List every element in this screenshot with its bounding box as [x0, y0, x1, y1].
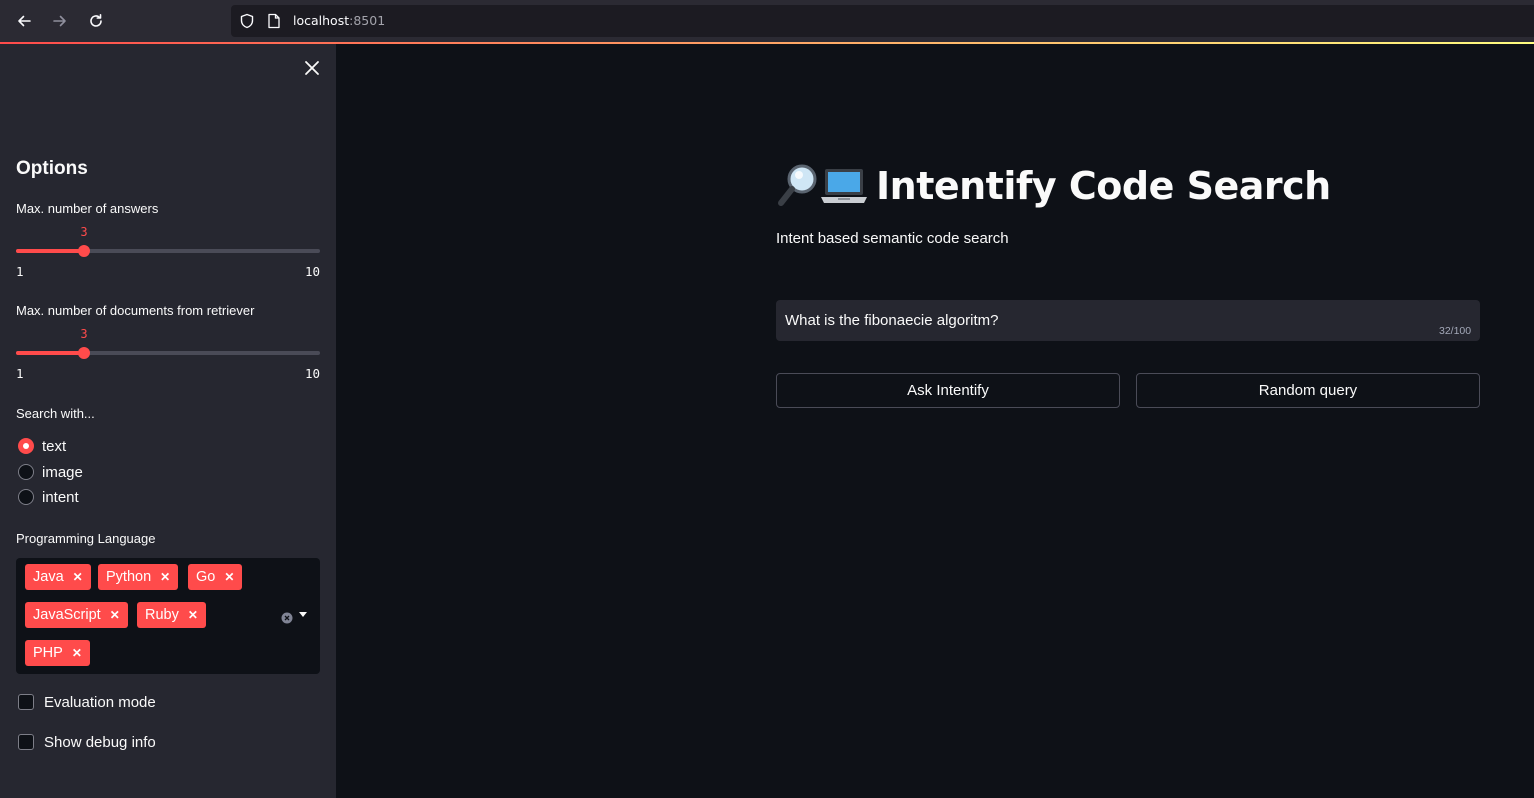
checkbox-label: Show debug info	[44, 733, 156, 751]
slider-min: 1	[16, 264, 24, 279]
tag-php: PHP ✕	[25, 640, 90, 666]
checkbox[interactable]	[18, 694, 34, 710]
remove-tag-icon[interactable]: ✕	[160, 570, 170, 584]
programming-language-label: Programming Language	[16, 531, 156, 546]
chevron-down-icon[interactable]	[299, 612, 307, 617]
slider-fill	[16, 351, 84, 355]
radio-image[interactable]: image	[18, 462, 83, 482]
browser-toolbar: localhost:8501	[0, 0, 1534, 42]
radio-label: text	[42, 437, 67, 455]
forward-arrow-icon[interactable]	[50, 11, 70, 31]
radio-label: intent	[42, 488, 79, 506]
tag-go: Go ✕	[188, 564, 243, 590]
shield-icon[interactable]	[239, 13, 255, 33]
checkbox-label: Evaluation mode	[44, 693, 156, 711]
url-host: localhost	[293, 13, 350, 28]
answers-slider[interactable]: 3 1 10	[16, 225, 320, 279]
tag-label: PHP	[33, 645, 63, 661]
magnifier-laptop-icon	[776, 161, 868, 211]
address-bar[interactable]: localhost:8501	[231, 5, 1534, 37]
tag-label: Go	[196, 569, 216, 585]
close-sidebar-icon[interactable]	[301, 57, 323, 79]
slider-max: 10	[304, 264, 320, 279]
debug-info-checkbox[interactable]: Show debug info	[18, 732, 156, 752]
programming-language-multiselect[interactable]: Java ✕ Python ✕ Go ✕ JavaScript ✕ Ruby ✕ PHP ✕	[16, 558, 320, 674]
query-input[interactable]	[776, 300, 1480, 341]
back-arrow-icon[interactable]	[14, 11, 34, 31]
tag-label: Ruby	[145, 607, 179, 623]
slider-min: 1	[16, 366, 24, 381]
answers-slider-label: Max. number of answers	[16, 201, 159, 216]
page-title-text: Intentify Code Search	[876, 164, 1331, 208]
tag-label: Python	[106, 569, 152, 585]
tag-java: Java ✕	[25, 564, 91, 590]
url-text[interactable]: localhost:8501	[293, 13, 385, 28]
character-counter: 32/100	[1439, 325, 1472, 337]
docs-slider-label: Max. number of documents from retriever	[16, 303, 255, 318]
slider-value: 3	[80, 225, 88, 239]
radio-button[interactable]	[18, 464, 34, 480]
url-port: :8501	[349, 13, 386, 28]
checkbox[interactable]	[18, 734, 34, 750]
radio-text[interactable]: text	[18, 436, 66, 456]
page-title: Intentify Code Search	[776, 158, 1331, 214]
remove-tag-icon[interactable]: ✕	[224, 570, 234, 584]
tag-python: Python ✕	[98, 564, 179, 590]
slider-thumb[interactable]	[78, 347, 90, 359]
radio-button-selected[interactable]	[18, 438, 34, 454]
slider-value: 3	[80, 327, 88, 341]
tag-label: JavaScript	[33, 607, 101, 623]
remove-tag-icon[interactable]: ✕	[188, 608, 198, 622]
radio-label: image	[42, 463, 83, 481]
radio-button[interactable]	[18, 489, 34, 505]
slider-fill	[16, 249, 84, 253]
reload-icon[interactable]	[86, 11, 106, 31]
tag-ruby: Ruby ✕	[137, 602, 206, 628]
random-query-button[interactable]: Random query	[1136, 373, 1480, 408]
remove-tag-icon[interactable]: ✕	[73, 570, 83, 584]
slider-max: 10	[304, 366, 320, 381]
radio-intent[interactable]: intent	[18, 487, 79, 507]
tag-javascript: JavaScript ✕	[25, 602, 128, 628]
evaluation-mode-checkbox[interactable]: Evaluation mode	[18, 692, 156, 712]
clear-all-icon[interactable]	[281, 609, 293, 624]
remove-tag-icon[interactable]: ✕	[72, 646, 82, 660]
page-icon	[267, 13, 281, 33]
ask-intentify-button[interactable]: Ask Intentify	[776, 373, 1120, 408]
tag-label: Java	[33, 569, 64, 585]
search-with-label: Search with...	[16, 406, 95, 421]
slider-thumb[interactable]	[78, 245, 90, 257]
remove-tag-icon[interactable]: ✕	[110, 608, 120, 622]
sidebar: Options Max. number of answers 3 1 10 Ma…	[0, 44, 336, 798]
sidebar-title: Options	[16, 158, 88, 179]
docs-slider[interactable]: 3 1 10	[16, 327, 320, 381]
page-subtitle: Intent based semantic code search	[776, 230, 1009, 247]
